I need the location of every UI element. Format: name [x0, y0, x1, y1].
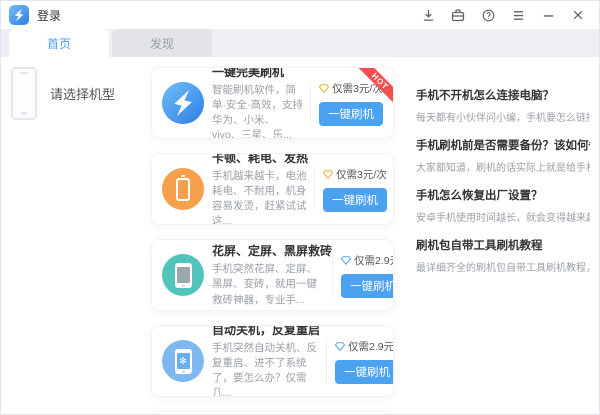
service-cards: 一键完美刷机 智能刷机软件，简单·安全·高效，支持华为、小米、vivo、三星、乐… [151, 67, 394, 415]
article-title: 手机刷机前是否需要备份？该如何备... [416, 137, 590, 153]
price-label: 仅需2.9元/次 [354, 253, 394, 268]
tab-discover[interactable]: 发现 [112, 29, 212, 57]
window-title: 登录 [37, 7, 61, 24]
close-icon[interactable] [571, 8, 585, 22]
article-title: 手机怎么恢复出厂设置？ [416, 187, 590, 203]
window-controls [421, 8, 599, 22]
article-title: 手机不开机怎么连接电脑？ [416, 87, 590, 103]
price-label: 仅需3元/次 [336, 167, 387, 182]
card-perfect-flash[interactable]: 一键完美刷机 智能刷机软件，简单·安全·高效，支持华为、小米、vivo、三星、乐… [151, 67, 394, 139]
model-selector[interactable]: 请选择机型 [1, 57, 149, 130]
phone-brick-icon [162, 254, 204, 296]
article-item[interactable]: 手机刷机前是否需要备份？该如何备... 大家都知道，刷机的话实际上就是给手机..… [416, 137, 590, 174]
article-desc: 最详细齐全的刷机包自带工具刷机教程， [416, 259, 590, 274]
article-desc: 每天都有小伙伴问小编，手机要怎么链接... [416, 109, 590, 124]
menu-icon[interactable] [511, 8, 525, 22]
battery-icon [162, 168, 204, 210]
tab-home-label: 首页 [47, 35, 71, 52]
brand-s-logo-icon [162, 82, 204, 124]
price-row: 仅需2.9元/次 [341, 253, 394, 268]
tab-home[interactable]: 首页 [9, 29, 109, 57]
card-partial [151, 411, 394, 415]
flash-button[interactable]: 一键刷机 [341, 274, 394, 298]
card-screen-brick-rescue[interactable]: 花屏、定屏、黑屏救砖 手机突然花屏、定屏、黑屏、变砖，就用一键救砖神器，专业手.… [151, 239, 394, 311]
download-icon[interactable] [421, 8, 435, 22]
article-list: 手机不开机怎么连接电脑？ 每天都有小伙伴问小编，手机要怎么链接... 手机刷机前… [416, 87, 590, 287]
titlebar: 登录 [1, 1, 599, 29]
card-desc: 智能刷机软件，简单·安全·高效，支持华为、小米、vivo、三星、乐... [212, 83, 304, 139]
card-title: 一键完美刷机 [212, 67, 304, 80]
main-content: 请选择机型 一键完美刷机 智能刷机软件，简单·安全·高效，支持华为 [1, 57, 599, 415]
model-selector-label: 请选择机型 [50, 84, 115, 103]
article-item[interactable]: 手机不开机怎么连接电脑？ 每天都有小伙伴问小编，手机要怎么链接... [416, 87, 590, 124]
card-title: 花屏、定屏、黑屏救砖 [212, 242, 326, 259]
article-title: 刷机包自带工具刷机教程 [416, 237, 590, 253]
help-icon[interactable] [481, 8, 495, 22]
card-lag-battery-heat[interactable]: 卡顿、耗电、发热 手机越来越卡，电池耗电、不耐用，机身容易发烫，赶紧试试这...… [151, 153, 394, 225]
price-row: 仅需2.9元/次 [335, 339, 394, 354]
gem-icon [341, 256, 351, 265]
article-desc: 大家都知道，刷机的话实际上就是给手机... [416, 159, 590, 174]
phone-reboot-icon: ✻ [162, 340, 204, 382]
app-logo-icon [9, 5, 29, 25]
price-row: 仅需3元/次 [323, 167, 391, 182]
flash-button[interactable]: 一键刷机 [335, 360, 394, 384]
minimize-icon[interactable] [541, 8, 555, 22]
flash-button[interactable]: 一键刷机 [323, 188, 387, 212]
gem-icon [319, 84, 329, 93]
toolbox-icon[interactable] [451, 8, 465, 22]
card-title: 卡顿、耗电、发热 [212, 153, 308, 166]
article-item[interactable]: 刷机包自带工具刷机教程 最详细齐全的刷机包自带工具刷机教程， [416, 237, 590, 274]
phone-outline-icon [11, 67, 37, 120]
card-auto-shutdown-reboot[interactable]: ✻ 自动关机，反复重启 手机突然自动关机、反复重启、进不了系统了，要怎么办？仅需… [151, 325, 394, 397]
tab-discover-label: 发现 [150, 35, 174, 52]
gem-icon [323, 170, 333, 179]
card-desc: 手机突然花屏、定屏、黑屏、变砖，就用一键救砖神器，专业手... [212, 262, 326, 308]
card-desc: 手机突然自动关机、反复重启、进不了系统了，要怎么办？仅需几... [212, 341, 320, 397]
price-label: 仅需2.9元/次 [348, 339, 394, 354]
card-title: 自动关机，反复重启 [212, 325, 320, 338]
article-item[interactable]: 手机怎么恢复出厂设置？ 安卓手机使用时间越长，就会变得越来越... [416, 187, 590, 224]
app-window: 登录 [0, 0, 600, 415]
tabbar: 首页 发现 [1, 29, 599, 57]
flash-button[interactable]: 一键刷机 [319, 102, 383, 126]
card-desc: 手机越来越卡，电池耗电、不耐用，机身容易发烫，赶紧试试这... [212, 169, 308, 225]
hot-badge: HOT [357, 68, 393, 104]
article-desc: 安卓手机使用时间越长，就会变得越来越... [416, 209, 590, 224]
gem-icon [335, 342, 345, 351]
